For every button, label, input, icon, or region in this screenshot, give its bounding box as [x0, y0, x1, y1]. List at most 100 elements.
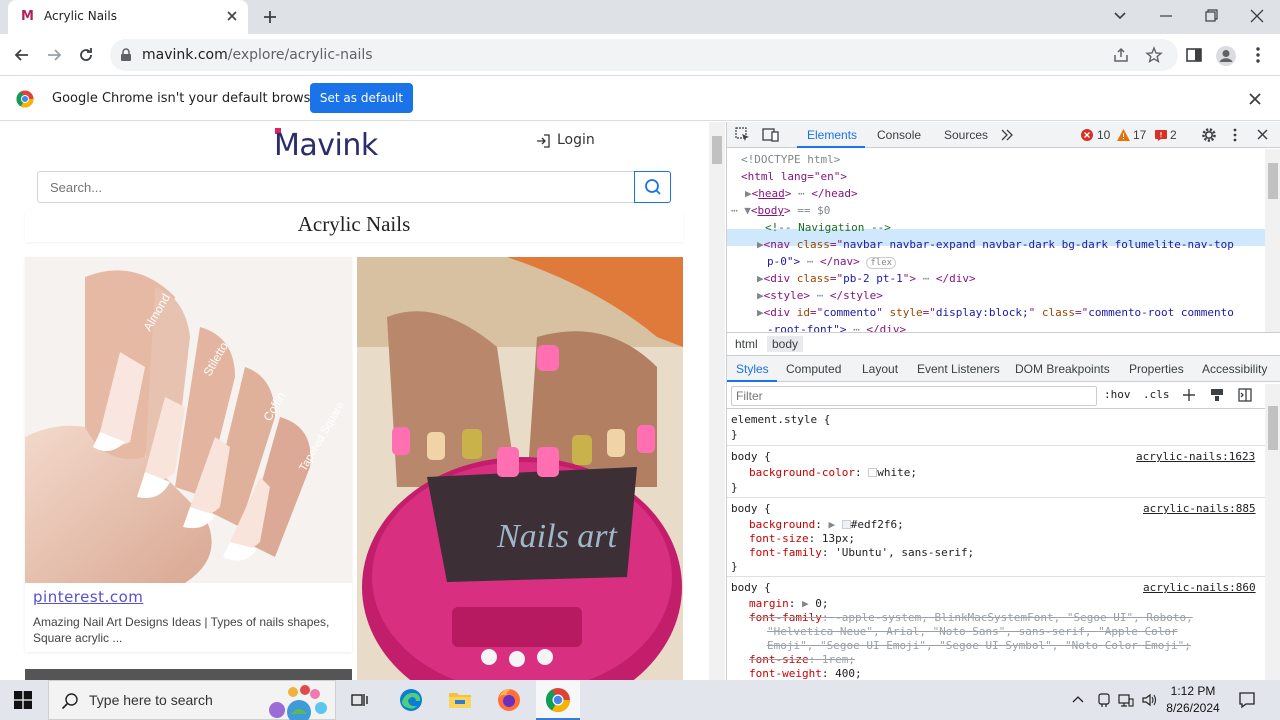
new-tab-icon[interactable]: [260, 7, 280, 27]
nails-art-image[interactable]: Nails art: [357, 257, 683, 680]
element-state-icon[interactable]: [1210, 388, 1224, 402]
toggle-computed-sidebar-icon[interactable]: [1238, 388, 1252, 402]
subtab-accessibility[interactable]: Accessibility: [1202, 362, 1267, 376]
rule2-selector[interactable]: body {: [731, 502, 771, 516]
search-field[interactable]: [37, 171, 635, 203]
network-icon[interactable]: [1118, 692, 1134, 708]
warning-count[interactable]: 17: [1133, 128, 1146, 142]
flex-badge[interactable]: flex: [866, 257, 897, 269]
rule2-source-link[interactable]: acrylic-nails:885: [1143, 502, 1256, 516]
dom-nav-cont[interactable]: p-0"> ⋯ </nav> flex: [767, 254, 897, 270]
inspect-element-icon[interactable]: [735, 127, 751, 143]
search-input[interactable]: [38, 172, 634, 202]
forward-icon[interactable]: [44, 45, 64, 65]
error-icon[interactable]: [1081, 129, 1093, 141]
show-hidden-icons-icon[interactable]: [1072, 694, 1084, 706]
taskbar-search[interactable]: Type here to search: [48, 680, 336, 720]
share-icon[interactable]: [1112, 46, 1130, 64]
page-scrollbar[interactable]: [709, 122, 725, 680]
menu-kebab-icon[interactable]: [1248, 45, 1268, 65]
close-infobar-icon[interactable]: [1248, 92, 1262, 106]
dom-tree[interactable]: <!DOCTYPE html> <html lang="en"> ▶<head>…: [727, 149, 1267, 332]
dom-html-open[interactable]: <html lang="en">: [741, 169, 847, 185]
breadcrumb-html[interactable]: html: [735, 337, 758, 351]
subtab-layout[interactable]: Layout: [862, 362, 898, 376]
mavink-logo[interactable]: Mavink: [274, 128, 378, 163]
tab-console[interactable]: Console: [877, 128, 921, 142]
usb-device-icon[interactable]: [1096, 692, 1112, 708]
tab-search-icon[interactable]: [1106, 4, 1134, 28]
rule2-decl1[interactable]: background: ▶ #edf2f6;: [749, 518, 904, 532]
subtab-event-listeners[interactable]: Event Listeners: [917, 362, 1000, 376]
styles-filter-input[interactable]: [732, 387, 1096, 405]
taskbar-clock[interactable]: 1:12 PM 8/26/2024: [1158, 683, 1228, 717]
restore-icon[interactable]: [1197, 4, 1225, 28]
styles-pane[interactable]: element.style { } body { acrylic-nails:1…: [727, 410, 1265, 680]
styles-scrollbar[interactable]: [1265, 384, 1280, 680]
styles-filter[interactable]: [731, 386, 1097, 406]
new-style-rule-icon[interactable]: [1182, 388, 1196, 402]
tab-elements[interactable]: Elements: [807, 128, 857, 142]
rule1-selector[interactable]: body {: [731, 450, 771, 464]
close-window-icon[interactable]: [1243, 4, 1271, 28]
notifications-icon[interactable]: [1238, 691, 1256, 709]
bookmark-star-icon[interactable]: [1145, 46, 1163, 64]
chrome-taskbar-button[interactable]: [536, 680, 580, 720]
subtab-dom-breakpoints[interactable]: DOM Breakpoints: [1015, 362, 1110, 376]
subtab-properties[interactable]: Properties: [1129, 362, 1184, 376]
breadcrumb-body[interactable]: body: [767, 336, 804, 352]
warning-icon[interactable]: [1117, 129, 1130, 141]
settings-gear-icon[interactable]: [1200, 126, 1218, 144]
error-count[interactable]: 10: [1097, 128, 1110, 142]
more-tabs-icon[interactable]: [1000, 128, 1014, 142]
dom-style-row[interactable]: ▶<style> ⋯ </style>: [757, 288, 883, 304]
side-panel-icon[interactable]: [1184, 45, 1204, 65]
hov-toggle[interactable]: :hov: [1104, 388, 1131, 401]
rule3-decl4[interactable]: font-weight: 400;: [749, 667, 862, 680]
dom-comment[interactable]: <!-- Navigation -->: [765, 220, 891, 236]
firefox-icon[interactable]: [495, 686, 523, 714]
cls-toggle[interactable]: .cls: [1143, 388, 1170, 401]
subtab-computed[interactable]: Computed: [786, 362, 841, 376]
rule1-decl[interactable]: background-color: white;: [749, 466, 917, 480]
element-style-selector[interactable]: element.style {: [731, 413, 830, 427]
browser-tab[interactable]: M Acrylic Nails: [8, 0, 248, 34]
edge-icon[interactable]: [397, 686, 425, 714]
close-devtools-icon[interactable]: [1256, 128, 1269, 141]
back-icon[interactable]: [12, 45, 32, 65]
image-card[interactable]: Almond Stiletto Coffin Tapered Square pi…: [25, 257, 352, 652]
rule1-source-link[interactable]: acrylic-nails:1623: [1136, 450, 1255, 464]
file-explorer-icon[interactable]: [446, 686, 474, 714]
dom-body-row[interactable]: ⋯ ▼<body> == $0: [731, 203, 830, 219]
search-button[interactable]: [634, 171, 671, 203]
rule3-decl2[interactable]: font-family: -apple-system, BlinkMacSyst…: [749, 611, 1193, 625]
dom-commento-cont[interactable]: -root-font"> ⋯ </div>: [767, 322, 906, 332]
dom-head-row[interactable]: ▶<head> ⋯ </head>: [745, 186, 858, 202]
dom-doctype[interactable]: <!DOCTYPE html>: [741, 152, 840, 168]
dom-scrollbar[interactable]: [1265, 149, 1280, 332]
subtab-styles[interactable]: Styles: [736, 362, 769, 376]
volume-icon[interactable]: [1141, 692, 1157, 708]
dom-commento-row[interactable]: ▶<div id="commento" style="display:block…: [757, 305, 1234, 321]
minimize-icon[interactable]: [1152, 4, 1180, 28]
windows-start-icon[interactable]: [14, 691, 32, 709]
rule3-selector[interactable]: body {: [731, 581, 771, 595]
rule3-source-link[interactable]: acrylic-nails:860: [1143, 581, 1256, 595]
close-tab-icon[interactable]: [224, 8, 240, 24]
rule3-decl3[interactable]: font-size: 1rem;: [749, 653, 855, 667]
device-toolbar-icon[interactable]: [762, 127, 780, 143]
rule2-decl3[interactable]: font-family: 'Ubuntu', sans-serif;: [749, 546, 974, 560]
set-as-default-button[interactable]: Set as default: [310, 83, 413, 113]
task-view-icon[interactable]: [346, 686, 374, 714]
card-source-link[interactable]: pinterest.com: [33, 588, 143, 606]
issues-count[interactable]: 2: [1170, 128, 1177, 142]
rule3-decl1[interactable]: margin: ▶ 0;: [749, 597, 829, 611]
address-bar[interactable]: mavink.com/explore/acrylic-nails: [110, 39, 1178, 71]
image-card-partial[interactable]: [25, 669, 352, 680]
dom-nav-row[interactable]: ▶<nav class="navbar navbar-expand navbar…: [757, 237, 1234, 253]
search-highlight-icon[interactable]: [263, 684, 333, 720]
profile-avatar-icon[interactable]: [1215, 45, 1236, 66]
tab-sources[interactable]: Sources: [944, 128, 988, 142]
color-swatch-white[interactable]: [868, 468, 878, 477]
card-description[interactable]: Amazing Nail Art Designs Ideas | Types o…: [33, 614, 343, 646]
